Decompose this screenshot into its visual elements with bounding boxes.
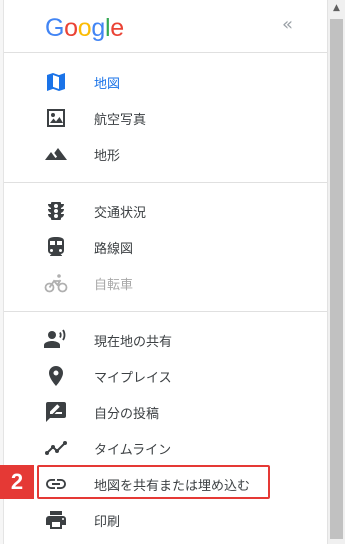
menu-item-bicycle[interactable]: 自転車 [4,265,327,301]
menu-item-label: 自転車 [94,278,134,293]
contributions-icon [46,402,66,422]
traffic-icon [48,202,64,220]
menu-item-terrain[interactable]: 地形 [4,136,327,172]
menu-item-label: 航空写真 [94,113,147,128]
menu-item-transit[interactable]: 路線図 [4,229,327,265]
highlight-box [37,465,270,499]
menu-item-label: 交通状況 [94,206,147,221]
menu-item-label: 現在地の共有 [94,335,173,350]
menu-item-label: 路線図 [94,242,134,257]
map-icon [47,73,65,91]
transit-icon [48,237,64,256]
menu-item-label: 印刷 [94,515,121,530]
menu-item-my-places[interactable]: マイプレイス [4,358,327,394]
menu-item-contributions[interactable]: 自分の投稿 [4,394,327,430]
divider [4,311,327,312]
scrollbar-thumb[interactable] [330,19,343,539]
vertical-scrollbar[interactable]: ▲ [327,0,345,544]
menu-header: Google « [4,0,327,52]
menu-item-label: 地図 [94,77,121,92]
menu-item-location-sharing[interactable]: 現在地の共有 [4,322,327,358]
step-number-badge: 2 [0,465,34,499]
menu-item-label: マイプレイス [94,371,172,386]
menu-item-map[interactable]: 地図 [4,64,327,100]
location-sharing-icon [44,329,66,348]
menu-item-print[interactable]: 印刷 [4,502,327,538]
menu-item-timeline[interactable]: タイムライン [4,430,327,466]
divider [4,182,327,183]
collapse-menu-icon[interactable]: « [282,14,293,35]
menu-item-label: タイムライン [94,443,172,458]
menu-item-satellite[interactable]: 航空写真 [4,100,327,136]
satellite-icon [47,109,65,127]
print-icon [46,511,66,529]
timeline-icon [45,441,67,455]
divider [4,52,327,53]
place-pin-icon [49,366,63,386]
side-menu-panel: Google « 地図 航空写真 地形 交通状況 路線図 自転車 現在地の共有 … [0,0,327,544]
scroll-up-arrow-icon[interactable]: ▲ [328,0,345,17]
menu-item-label: 地形 [94,149,121,164]
bicycle-icon [44,274,68,293]
menu-item-label: 自分の投稿 [94,407,160,422]
menu-item-traffic[interactable]: 交通状況 [4,193,327,229]
google-logo: Google [45,14,124,42]
terrain-icon [45,148,67,160]
